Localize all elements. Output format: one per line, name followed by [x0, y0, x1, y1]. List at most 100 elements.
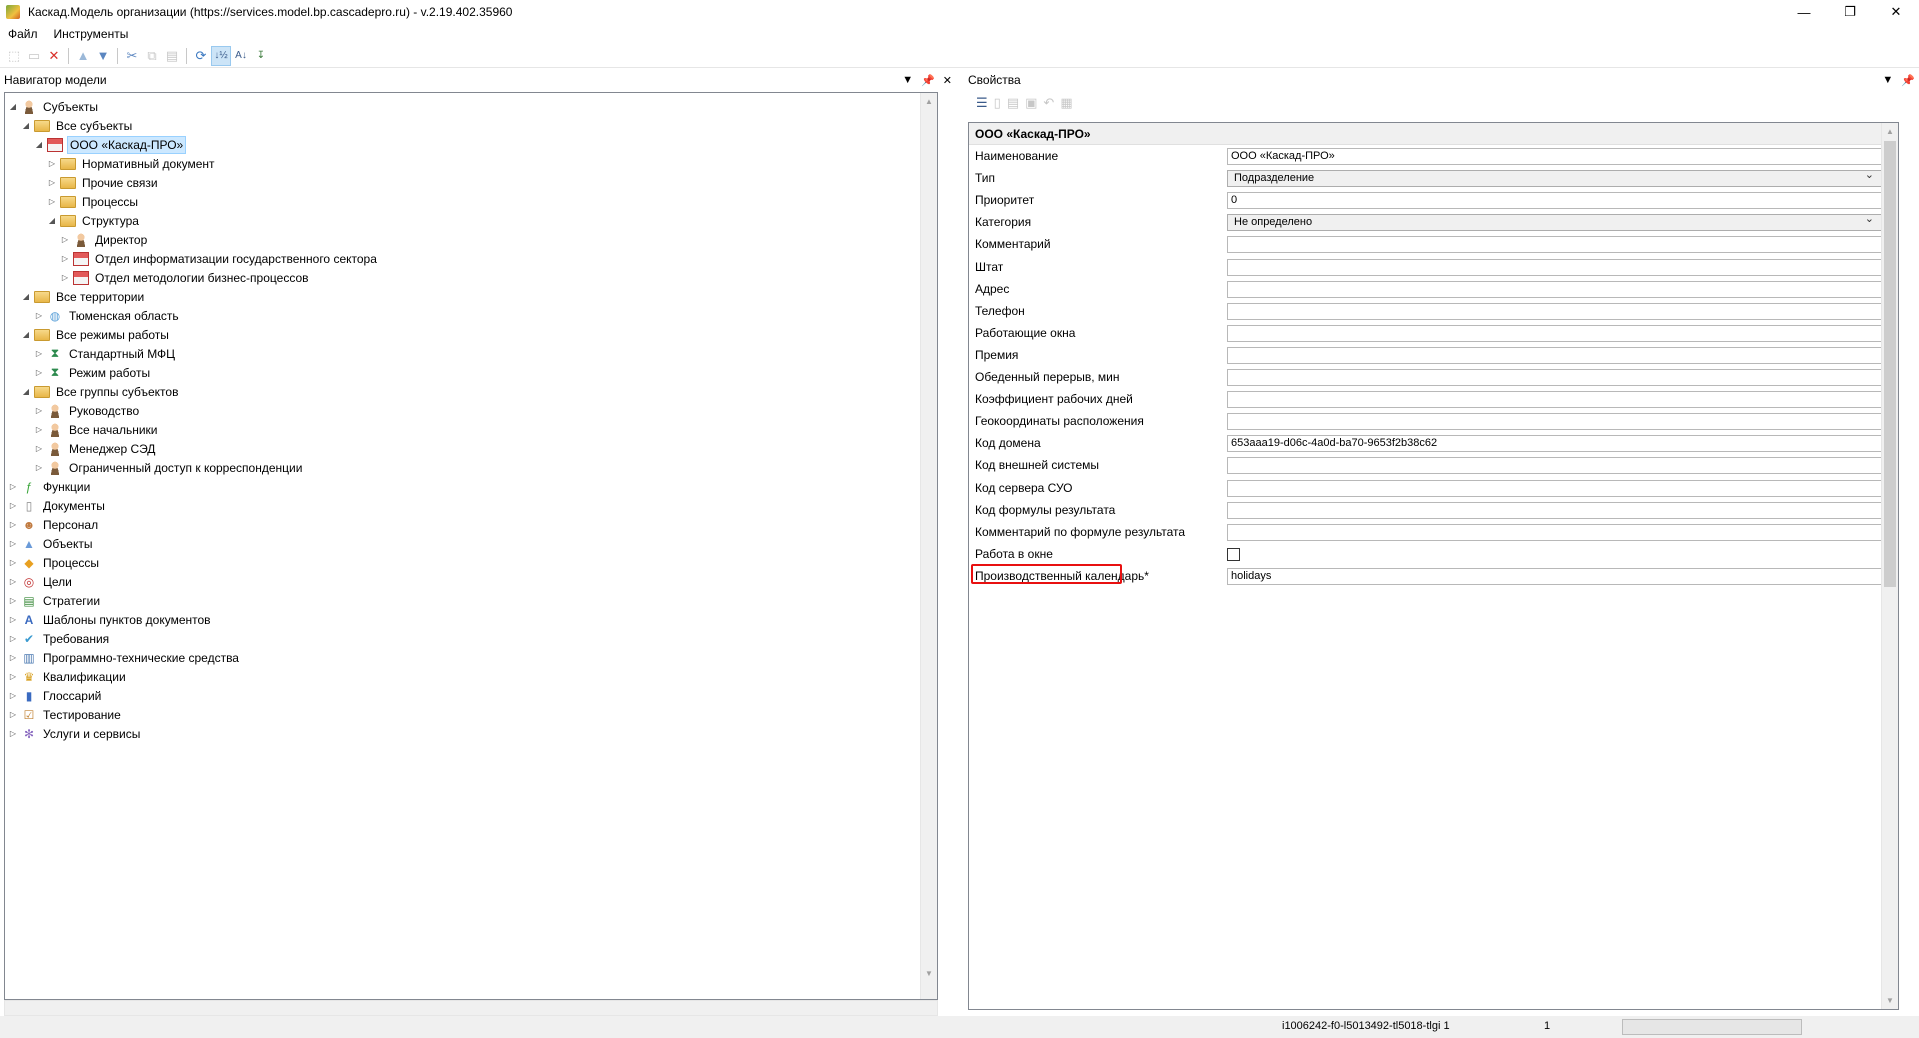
tree-item[interactable]: ◢ Структура: [46, 211, 141, 230]
expand-arrow-icon[interactable]: ▷: [33, 311, 45, 320]
undo-icon[interactable]: ↶: [1043, 95, 1054, 111]
minimize-button[interactable]: —: [1781, 0, 1827, 24]
scroll-thumb[interactable]: [1884, 141, 1896, 587]
new-item-icon[interactable]: ▯: [994, 95, 1001, 111]
expand-arrow-icon[interactable]: ▷: [7, 729, 19, 738]
tree-item[interactable]: ▷ ◎ Цели: [7, 572, 74, 591]
expand-arrow-icon[interactable]: ▷: [59, 254, 71, 263]
expand-arrow-icon[interactable]: ▷: [7, 691, 19, 700]
tree-item[interactable]: ▷ ♛ Квалификации: [7, 667, 128, 686]
paste-item-icon[interactable]: ▤: [1007, 95, 1019, 111]
property-dropdown[interactable]: Не определено: [1227, 214, 1883, 232]
tree-item[interactable]: ▷ Отдел информатизации государственного с…: [59, 249, 379, 268]
expand-arrow-icon[interactable]: ▷: [7, 558, 19, 567]
expand-arrow-icon[interactable]: ▷: [33, 463, 45, 472]
pin-icon[interactable]: 📌: [1901, 74, 1915, 87]
tree-item[interactable]: ▷ ƒ Функции: [7, 477, 92, 496]
property-dropdown[interactable]: Подразделение: [1227, 170, 1883, 188]
close-pane-icon[interactable]: ✕: [943, 74, 952, 87]
tree-item[interactable]: ◢ Все режимы работы: [20, 325, 171, 344]
collapse-arrow-icon[interactable]: ◢: [20, 330, 32, 339]
expand-arrow-icon[interactable]: ▷: [33, 406, 45, 415]
property-input[interactable]: [1227, 391, 1883, 409]
expand-arrow-icon[interactable]: ▷: [7, 596, 19, 605]
tree-item[interactable]: ▷ Ограниченный доступ к корреспонденции: [33, 458, 304, 477]
property-input[interactable]: [1227, 413, 1883, 431]
expand-arrow-icon[interactable]: ▷: [7, 653, 19, 662]
tree-item[interactable]: ▷ ◆ Процессы: [7, 553, 101, 572]
pane-menu-icon[interactable]: ▼: [902, 74, 913, 86]
sort-asc-icon[interactable]: ↓½: [211, 45, 231, 66]
tree-item[interactable]: ◢ Субъекты: [7, 97, 100, 116]
tree-item[interactable]: ▷ Все начальники: [33, 420, 160, 439]
property-input[interactable]: [1227, 479, 1883, 497]
expand-arrow-icon[interactable]: ▷: [7, 482, 19, 491]
property-input[interactable]: [1227, 280, 1883, 298]
expand-arrow-icon[interactable]: ▷: [7, 520, 19, 529]
pane-menu-icon[interactable]: ▼: [1882, 74, 1893, 86]
tree-item[interactable]: ▷ ☻ Персонал: [7, 515, 100, 534]
property-input[interactable]: ООО «Каскад-ПРО»: [1227, 148, 1883, 165]
expand-arrow-icon[interactable]: ▷: [7, 577, 19, 586]
menu-tools[interactable]: Инструменты: [46, 24, 137, 44]
menu-file[interactable]: Файл: [0, 24, 46, 44]
tree-item[interactable]: ▷ Нормативный документ: [46, 154, 217, 173]
expand-arrow-icon[interactable]: ▷: [46, 197, 58, 206]
expand-arrow-icon[interactable]: ▷: [33, 368, 45, 377]
property-input[interactable]: [1227, 302, 1883, 320]
expand-arrow-icon[interactable]: ▷: [59, 235, 71, 244]
tree-item[interactable]: ◢ Все территории: [20, 287, 146, 306]
new-icon[interactable]: ⬚: [4, 46, 24, 66]
sort-desc-icon[interactable]: A↓: [231, 46, 251, 66]
expand-arrow-icon[interactable]: ▷: [7, 615, 19, 624]
property-input[interactable]: [1227, 369, 1883, 386]
move-down-icon[interactable]: ▼: [93, 46, 113, 66]
property-input[interactable]: [1227, 523, 1883, 541]
property-input[interactable]: [1227, 236, 1883, 254]
expand-arrow-icon[interactable]: ▷: [46, 159, 58, 168]
pin-icon[interactable]: 📌: [921, 74, 935, 87]
cut-icon[interactable]: ✂: [122, 46, 142, 66]
delete-icon[interactable]: ✕: [44, 46, 64, 66]
collapse-arrow-icon[interactable]: ◢: [7, 102, 19, 111]
expand-arrow-icon[interactable]: ▷: [7, 672, 19, 681]
expand-arrow-icon[interactable]: ▷: [46, 178, 58, 187]
save-icon[interactable]: ▣: [1025, 95, 1037, 111]
tree-item[interactable]: ▷ Прочие связи: [46, 173, 160, 192]
tree-item[interactable]: ▷ ⧗ Стандартный МФЦ: [33, 344, 177, 363]
paste-icon[interactable]: ▤: [162, 46, 182, 66]
copy-icon[interactable]: ⧉: [142, 46, 162, 66]
scroll-down-icon[interactable]: ▼: [921, 965, 937, 982]
tree-item[interactable]: ▷ Менеджер СЭД: [33, 439, 157, 458]
tree-item[interactable]: ▷ Руководство: [33, 401, 141, 420]
tree-vertical-scrollbar[interactable]: ▲ ▼: [920, 93, 937, 999]
tree-item[interactable]: ▷ ◍ Тюменская область: [33, 306, 181, 325]
tree-item[interactable]: ▷ ⧗ Режим работы: [33, 363, 152, 382]
open-icon[interactable]: ▭: [24, 46, 44, 66]
property-input[interactable]: [1227, 346, 1883, 364]
property-input[interactable]: [1227, 501, 1883, 519]
refresh-icon[interactable]: ⟳: [191, 46, 211, 66]
tree-item[interactable]: ▷ ☑ Тестирование: [7, 705, 123, 724]
tree-item[interactable]: ◢ ООО «Каскад-ПРО»: [33, 135, 187, 154]
scroll-down-icon[interactable]: ▼: [1882, 992, 1898, 1009]
tree-item[interactable]: ▷ A Шаблоны пунктов документов: [7, 610, 213, 629]
tree-item[interactable]: ▷ ▯ Документы: [7, 496, 107, 515]
expand-arrow-icon[interactable]: ▷: [33, 444, 45, 453]
tree-item[interactable]: ▷ ✻ Услуги и сервисы: [7, 724, 142, 743]
expand-arrow-icon[interactable]: ▷: [7, 501, 19, 510]
expand-arrow-icon[interactable]: ▷: [33, 349, 45, 358]
property-input[interactable]: [1227, 457, 1883, 475]
expand-arrow-icon[interactable]: ▷: [59, 273, 71, 282]
properties-vertical-scrollbar[interactable]: ▲ ▼: [1881, 123, 1898, 1009]
restore-button[interactable]: ❐: [1827, 0, 1873, 24]
scroll-up-icon[interactable]: ▲: [921, 93, 937, 110]
expand-arrow-icon[interactable]: ▷: [7, 710, 19, 719]
expand-arrow-icon[interactable]: ▷: [7, 634, 19, 643]
collapse-arrow-icon[interactable]: ◢: [20, 121, 32, 130]
expand-arrow-icon[interactable]: ▷: [33, 425, 45, 434]
tree-item[interactable]: ◢ Все субъекты: [20, 116, 134, 135]
sort-icon[interactable]: ↧: [251, 46, 271, 66]
tree-item[interactable]: ▷ ▲ Объекты: [7, 534, 95, 553]
tree-horizontal-scrollbar[interactable]: [4, 1000, 938, 1016]
